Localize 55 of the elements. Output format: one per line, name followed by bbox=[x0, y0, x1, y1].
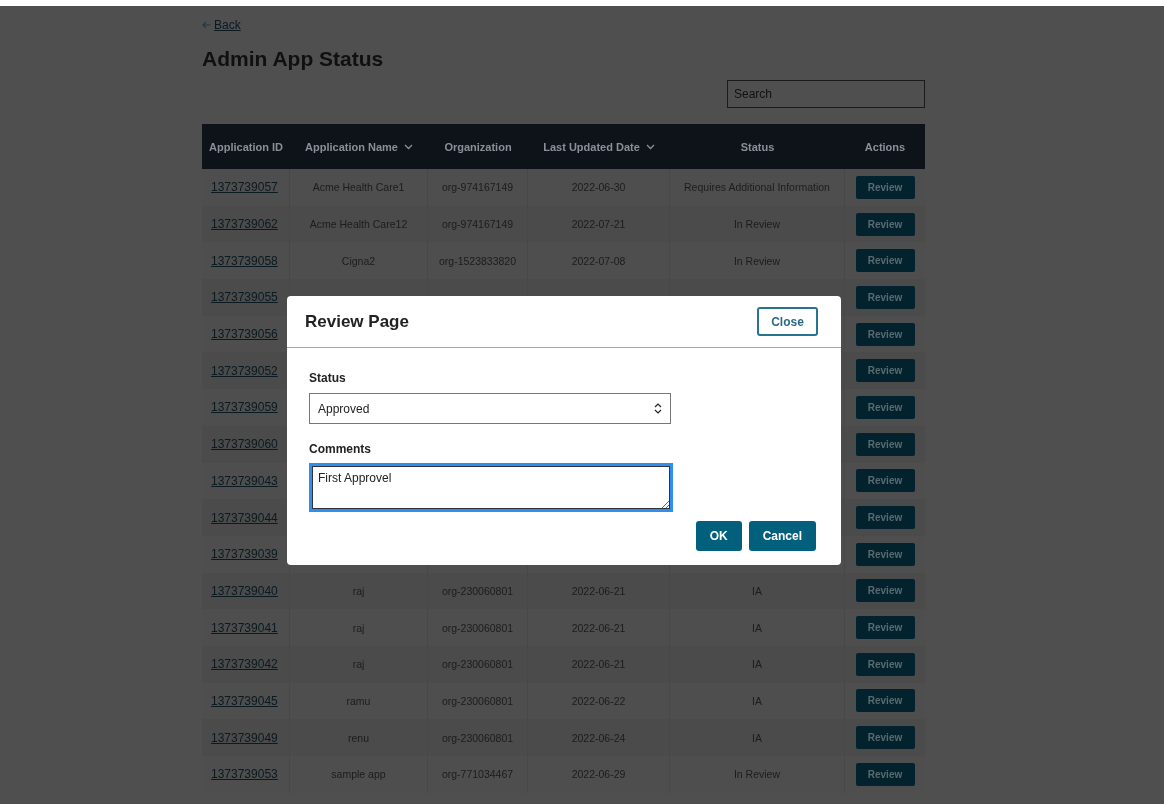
review-button[interactable]: Review bbox=[855, 579, 915, 603]
application-id-link[interactable]: 1373739039 bbox=[211, 547, 278, 562]
review-button[interactable]: Review bbox=[855, 469, 915, 493]
application-id-link[interactable]: 1373739042 bbox=[211, 657, 278, 672]
column-header: Actions bbox=[864, 140, 906, 153]
application-id-link[interactable]: 1373739059 bbox=[211, 400, 278, 415]
review-button[interactable]: Review bbox=[855, 285, 915, 309]
up-down-chevron-icon bbox=[654, 403, 662, 414]
chevron-down-icon[interactable] bbox=[403, 143, 413, 150]
application-id-link[interactable]: 1373739053 bbox=[211, 767, 278, 782]
page-title: Admin App Status bbox=[202, 47, 385, 71]
review-button[interactable]: Review bbox=[855, 762, 915, 786]
column-header: Status bbox=[740, 140, 775, 153]
chevron-down-icon[interactable] bbox=[645, 143, 655, 150]
back-arrow-icon bbox=[202, 21, 211, 29]
application-id-link[interactable]: 1373739060 bbox=[211, 437, 278, 452]
application-id-link[interactable]: 1373739049 bbox=[211, 730, 278, 745]
dialog-title: Review Page bbox=[305, 311, 409, 332]
application-id-link[interactable]: 1373739055 bbox=[211, 290, 278, 305]
field-label: Status bbox=[309, 371, 347, 385]
review-button[interactable]: Review bbox=[855, 249, 915, 273]
review-button[interactable]: Review bbox=[855, 322, 915, 346]
field-label: Comments bbox=[309, 442, 372, 456]
review-button[interactable]: Review bbox=[855, 175, 915, 199]
column-header: Application ID bbox=[209, 140, 283, 153]
search-field[interactable]: Search bbox=[727, 80, 925, 108]
review-button[interactable]: Review bbox=[855, 616, 915, 640]
application-id-link[interactable]: 1373739052 bbox=[211, 363, 278, 378]
application-id-link[interactable]: 1373739045 bbox=[211, 693, 278, 708]
application-id-link[interactable]: 1373739043 bbox=[211, 473, 278, 488]
application-id-link[interactable]: 1373739041 bbox=[211, 620, 278, 635]
column-header[interactable]: Last Updated Date bbox=[543, 140, 640, 153]
review-button[interactable]: Review bbox=[855, 506, 915, 530]
review-button[interactable]: Review bbox=[855, 212, 915, 236]
review-button[interactable]: Review bbox=[855, 432, 915, 456]
back-link[interactable]: Back bbox=[202, 18, 241, 32]
application-id-link[interactable]: 1373739062 bbox=[211, 217, 278, 232]
review-button[interactable]: Review bbox=[855, 689, 915, 713]
application-id-link[interactable]: 1373739044 bbox=[211, 510, 278, 525]
review-button[interactable]: Review bbox=[855, 652, 915, 676]
cancel-button[interactable]: Cancel bbox=[748, 521, 816, 551]
status-select[interactable]: Approved bbox=[309, 393, 671, 424]
review-button[interactable]: Review bbox=[855, 726, 915, 750]
application-id-link[interactable]: 1373739057 bbox=[211, 180, 278, 195]
application-id-link[interactable]: 1373739040 bbox=[211, 583, 278, 598]
review-button[interactable]: Review bbox=[855, 395, 915, 419]
review-button[interactable]: Review bbox=[855, 359, 915, 383]
close-button[interactable]: Close bbox=[757, 307, 818, 336]
review-button[interactable]: Review bbox=[855, 542, 915, 566]
column-header[interactable]: Application Name bbox=[305, 140, 398, 153]
column-header: Organization bbox=[444, 140, 512, 153]
application-id-link[interactable]: 1373739058 bbox=[211, 253, 278, 268]
application-id-link[interactable]: 1373739056 bbox=[211, 327, 278, 342]
ok-button[interactable]: OK bbox=[695, 521, 742, 551]
comments-field[interactable]: First Approvel bbox=[309, 463, 673, 512]
